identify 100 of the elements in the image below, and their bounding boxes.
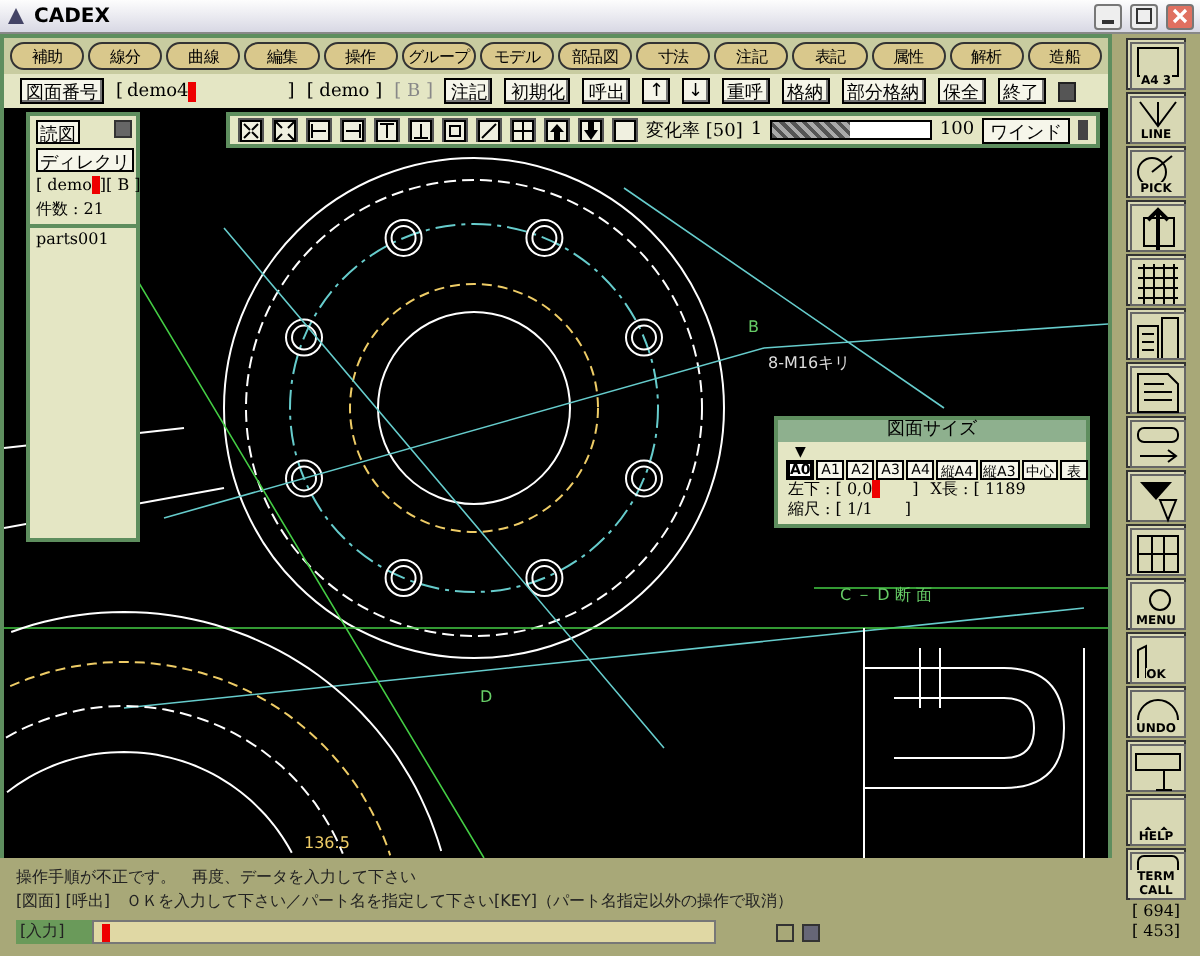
dialog-title: 図面サイズ	[778, 420, 1086, 442]
building-icon	[1128, 310, 1188, 362]
drawing-number-button[interactable]: 図面番号	[20, 78, 104, 104]
window-button[interactable]: ワインド	[982, 117, 1071, 143]
menu-button[interactable]: 寸法	[636, 42, 711, 70]
menu-button[interactable]: 編集	[244, 42, 320, 70]
tool-button[interactable]	[1126, 524, 1186, 576]
view-tool-button[interactable]	[578, 118, 604, 142]
view-tool-button[interactable]	[544, 118, 570, 142]
menu-button[interactable]: 操作	[323, 42, 398, 70]
left-edge-icon	[308, 119, 330, 141]
menu-button[interactable]: 線分	[88, 42, 163, 70]
input-label: [入力]	[16, 920, 92, 944]
view-tool-button[interactable]	[340, 118, 366, 142]
right-edge-icon	[342, 119, 364, 141]
toolbar-button[interactable]: ↓	[682, 78, 710, 104]
status-message: 操作手順が不正です。 再度、データを入力して下さい	[16, 866, 418, 890]
rate-slider[interactable]	[770, 120, 932, 140]
file-list-item[interactable]: parts001	[30, 228, 136, 251]
down-edge-icon	[410, 119, 432, 141]
toolbar-button[interactable]: 部分格納	[841, 78, 926, 104]
view-tool-button[interactable]	[374, 118, 400, 142]
paper-size-icon	[1128, 40, 1188, 92]
file-count-text: 件数 : 21	[36, 198, 104, 221]
pick-tool-icon	[1128, 148, 1188, 200]
toolbar-button[interactable]: 注記	[444, 78, 493, 104]
toolbar-button[interactable]: 格納	[781, 78, 830, 104]
scale-field[interactable]: 縮尺 : [ 1/1 ]	[788, 500, 911, 520]
up-edge-icon	[376, 119, 398, 141]
view-tool-button[interactable]	[408, 118, 434, 142]
menu-button[interactable]: 属性	[871, 42, 946, 70]
slider-max-label: 100	[939, 120, 975, 140]
view-tool-button[interactable]	[476, 118, 502, 142]
tool-button[interactable]	[1126, 416, 1186, 468]
view-tool-button[interactable]	[272, 118, 298, 142]
square-icon	[614, 119, 636, 141]
file-name-field[interactable]: [ demo ][ B ]	[36, 176, 141, 195]
pin-icon	[114, 120, 132, 138]
menu-button[interactable]: 解析	[949, 42, 1024, 70]
tool-button[interactable]	[1126, 200, 1186, 252]
app-icon	[6, 6, 26, 26]
tool-button[interactable]	[1126, 254, 1186, 306]
tool-button[interactable]	[1126, 362, 1186, 414]
menu-button[interactable]: 曲線	[166, 42, 241, 70]
minimize-button[interactable]	[1094, 3, 1122, 29]
view-tool-button[interactable]	[442, 118, 468, 142]
toolbar-button[interactable]: 終了	[997, 78, 1046, 104]
fit-icon	[240, 119, 262, 141]
drawing-number-field[interactable]: [ demo4 ]	[116, 81, 295, 101]
menu-button[interactable]: 部品図	[557, 42, 633, 70]
drawing-label: B	[748, 318, 759, 336]
toolbar-button[interactable]: ↑	[642, 78, 671, 104]
toolbar-button[interactable]: 初期化	[504, 78, 571, 104]
drawing-label: C － D 断 面	[840, 586, 932, 604]
slider-min-label: 1	[750, 120, 763, 140]
panel-button[interactable]: 読図	[36, 120, 80, 144]
toolbar-button[interactable]: 重呼	[721, 78, 770, 104]
grid-icon	[512, 119, 534, 141]
square-icon	[1057, 81, 1076, 101]
menu-button[interactable]: モデル	[479, 42, 554, 70]
toolbar-button[interactable]: 保全	[937, 78, 986, 104]
tool-button[interactable]	[1126, 470, 1186, 522]
tool-button[interactable]	[1126, 308, 1186, 360]
ok-icon	[1128, 634, 1188, 686]
view-tool-button[interactable]	[510, 118, 536, 142]
toolbar-button[interactable]: 呼出	[582, 78, 631, 104]
maximize-button[interactable]	[1130, 3, 1158, 29]
cursor-coordinate: [ 453]	[1131, 922, 1181, 940]
help-icon	[1128, 796, 1188, 848]
status-message: [図面] [呼出] ＯＫを入力して下さい／パート名を指定して下さい[KEY]（パート名指定以外の操作で取消）	[16, 890, 795, 914]
close-icon	[1172, 8, 1188, 24]
square-icon	[776, 923, 794, 941]
sheet-text: [ B ]	[394, 81, 433, 101]
panel-button[interactable]: ディレクリ	[36, 148, 134, 172]
drawing-label: 8-M16キリ	[768, 354, 851, 372]
menu-button[interactable]: 造船	[1027, 42, 1102, 70]
menu-button[interactable]: 注記	[714, 42, 789, 70]
maximize-icon	[1136, 8, 1152, 24]
document-icon	[1128, 364, 1188, 416]
drawing-name-text: [ demo ]	[306, 81, 383, 101]
rate-label: 変化率 [50]	[646, 119, 743, 143]
printer-icon	[1128, 742, 1188, 794]
tool-button[interactable]	[1126, 740, 1186, 792]
menu-icon	[1128, 580, 1188, 632]
window-title: CADEX	[34, 5, 112, 27]
drawing-label: D	[480, 688, 493, 706]
view-tool-button[interactable]	[612, 118, 638, 142]
x-length-field[interactable]: X長 : [ 1189	[930, 480, 1026, 500]
menu-button[interactable]: 表記	[792, 42, 868, 70]
view-tool-button[interactable]	[238, 118, 264, 142]
drawing-label: 136.5	[304, 834, 350, 852]
view-tool-button[interactable]	[306, 118, 332, 142]
menu-button[interactable]: 補助	[10, 42, 85, 70]
line-tool-icon	[1128, 94, 1188, 146]
cursor-coordinate: [ 694]	[1131, 902, 1181, 920]
close-button[interactable]	[1166, 3, 1194, 29]
origin-field[interactable]: 左下 : [ 0,0 ]	[788, 480, 919, 500]
square-icon	[802, 923, 820, 941]
menu-button[interactable]: グループ	[401, 42, 476, 70]
command-input-field[interactable]	[92, 920, 716, 944]
